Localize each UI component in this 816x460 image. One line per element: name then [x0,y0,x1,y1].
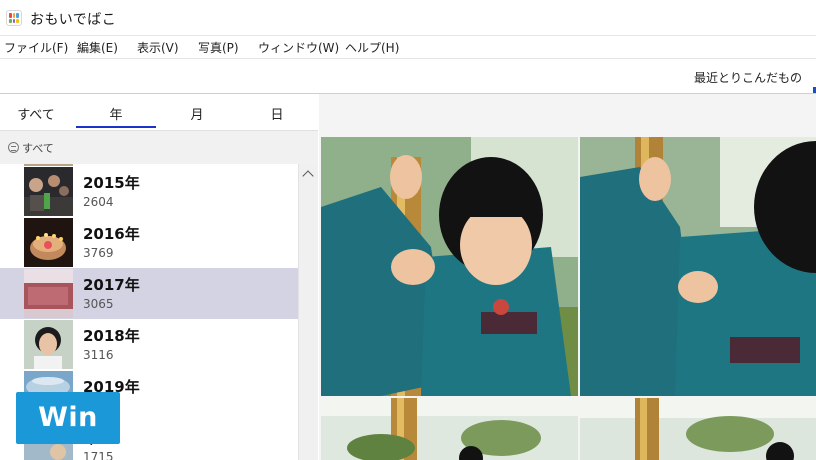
photo-count: 3065 [83,297,114,311]
photo-tile[interactable] [580,137,816,396]
photo-tile[interactable] [321,137,578,396]
photo-count: 3116 [83,348,114,362]
year-list-scrollbar[interactable] [298,164,318,460]
tab-all[interactable]: すべて [0,104,72,123]
tab-year[interactable]: 年 [76,104,156,123]
menu-help[interactable]: ヘルプ(H) [345,39,399,56]
photo-grid [319,94,816,460]
app-icon [6,10,22,26]
menu-photo[interactable]: 写真(P) [198,39,239,56]
platform-badge: Win [16,392,120,444]
year-row-2016[interactable]: 2016年 3769 [0,217,298,268]
year-label: 2016年 [83,225,140,243]
filter-breadcrumb[interactable]: すべて [0,130,318,164]
window-title: おもいでばこ [30,12,117,28]
photo-image [580,137,816,396]
active-tab-underline [76,126,156,128]
tab-day[interactable]: 日 [238,104,316,123]
filter-icon [8,142,19,153]
recent-imports-tab[interactable]: 最近とりこんだもの [694,69,802,86]
menu-file[interactable]: ファイル(F) [4,39,68,56]
menu-window[interactable]: ウィンドウ(W) [258,39,339,56]
menu-bar: ファイル(F) 編集(E) 表示(V) 写真(P) ウィンドウ(W) ヘルプ(H… [0,36,816,58]
year-row-2018[interactable]: 2018年 3116 [0,319,298,370]
year-label: 2015年 [83,174,140,192]
menu-edit[interactable]: 編集(E) [77,39,118,56]
photo-image [580,398,816,460]
photo-image [321,398,578,460]
menu-view[interactable]: 表示(V) [137,39,179,56]
thumbnail-2017 [24,269,73,318]
thumbnail-2016 [24,218,73,267]
filter-label: すべて [22,142,54,155]
photo-image [321,137,578,396]
thumbnail-2015 [24,167,73,216]
photo-count: 3769 [83,246,114,260]
title-bar: おもいでばこ [0,0,816,36]
year-label: 2017年 [83,276,140,294]
scroll-up-icon[interactable] [302,170,314,182]
photo-tile[interactable] [321,398,578,460]
photo-tile[interactable] [580,398,816,460]
tab-month[interactable]: 月 [158,104,236,123]
year-row-2017[interactable]: 2017年 3065 [0,268,298,319]
photo-count: 2604 [83,195,114,209]
thumbnail-2018 [24,320,73,369]
photo-count: 1715 [83,450,114,460]
year-row-2015[interactable]: 2015年 2604 [0,166,298,217]
year-label: 2018年 [83,327,140,345]
view-tabs: すべて 年 月 日 [0,94,318,130]
toolbar: 最近とりこんだもの [0,58,816,94]
